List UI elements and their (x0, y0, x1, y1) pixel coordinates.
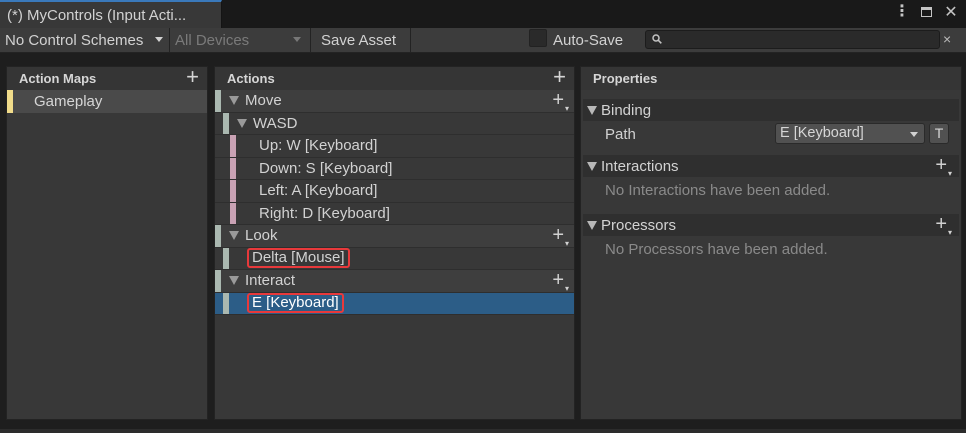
add-binding-button[interactable]: + ▾ (552, 225, 569, 248)
control-schemes-dropdown[interactable]: No Control Schemes (0, 28, 170, 52)
toolbar: No Control Schemes All Devices Save Asse… (0, 28, 966, 53)
search-input[interactable] (668, 31, 933, 48)
expand-triangle-icon[interactable] (587, 161, 597, 171)
binding-section-header[interactable]: Binding (583, 99, 959, 121)
add-action-map-button[interactable]: + (186, 66, 199, 88)
action-label: Move (245, 92, 282, 110)
actions-panel: Actions + Move +▾ WASD Up: W [Keyboard] (214, 66, 575, 420)
properties-title: Properties (593, 71, 658, 86)
interactions-empty-note: No Interactions have been added. (605, 181, 831, 199)
binding-label-highlighted: E [Keyboard] (247, 293, 344, 314)
binding-row-e-keyboard[interactable]: E [Keyboard] (215, 292, 574, 315)
binding-label: Left: A [Keyboard] (259, 182, 378, 200)
close-icon[interactable]: ✕ (944, 4, 958, 21)
action-map-item-gameplay[interactable]: Gameplay (7, 90, 207, 113)
search-clear-icon[interactable]: × (943, 31, 951, 47)
auto-save-label: Auto-Save (553, 32, 624, 49)
maximize-icon[interactable] (921, 7, 932, 17)
action-row-interact[interactable]: Interact + ▾ (215, 270, 574, 293)
action-row-look[interactable]: Look + ▾ (215, 225, 574, 248)
actions-title: Actions (227, 71, 275, 86)
chevron-down-icon (155, 37, 163, 42)
action-maps-title: Action Maps (19, 71, 97, 86)
part-strip (230, 202, 236, 224)
action-maps-header: Action Maps + (7, 66, 207, 90)
part-strip (230, 180, 236, 202)
auto-save-checkbox[interactable] (529, 29, 547, 47)
binding-strip (223, 292, 229, 314)
expand-triangle-icon[interactable] (229, 276, 239, 286)
action-maps-panel: Action Maps + Gameplay (6, 66, 208, 420)
window-controls: ⋮ ✕ (894, 4, 958, 22)
binding-row-down[interactable]: Down: S [Keyboard] (215, 157, 574, 180)
add-processor-button[interactable]: + ▾ (935, 214, 952, 237)
chevron-down-icon (293, 37, 301, 42)
path-row: Path E [Keyboard] T (581, 121, 961, 147)
part-strip (230, 157, 236, 179)
processors-section-label: Processors (601, 216, 677, 234)
chevron-down-icon (910, 132, 918, 137)
add-binding-button[interactable]: + ▾ (552, 270, 569, 293)
binding-label: Down: S [Keyboard] (259, 159, 393, 177)
composite-strip (223, 112, 229, 134)
action-label: Look (245, 227, 278, 245)
action-row-move[interactable]: Move + ▾ (215, 90, 574, 113)
expand-triangle-icon[interactable] (229, 96, 239, 106)
binding-section-label: Binding (601, 101, 652, 119)
search-icon (652, 34, 662, 44)
properties-panel: Properties Binding Path E [Keyboard] T I… (580, 66, 962, 420)
save-asset-button[interactable]: Save Asset (316, 28, 411, 52)
control-schemes-label: No Control Schemes (5, 31, 144, 49)
processors-empty-note: No Processors have been added. (605, 240, 828, 258)
binding-row-left[interactable]: Left: A [Keyboard] (215, 180, 574, 203)
binding-row-delta-mouse[interactable]: Delta [Mouse] (215, 247, 574, 270)
actions-tree: Move + ▾ WASD Up: W [Keyboard] Down: S [K… (215, 90, 574, 419)
expand-triangle-icon[interactable] (587, 220, 597, 230)
binding-label-highlighted: Delta [Mouse] (247, 248, 350, 269)
action-map-label: Gameplay (34, 93, 103, 110)
save-asset-label: Save Asset (321, 31, 397, 49)
expand-triangle-icon[interactable] (237, 118, 247, 128)
devices-dropdown[interactable]: All Devices (170, 28, 311, 52)
path-dropdown[interactable]: E [Keyboard] (775, 123, 925, 144)
text-mode-button[interactable]: T (929, 123, 949, 144)
window-tab[interactable]: (*) MyControls (Input Acti... (0, 0, 222, 28)
interactions-section-label: Interactions (601, 157, 679, 175)
binding-label: Right: D [Keyboard] (259, 204, 390, 222)
expand-triangle-icon[interactable] (587, 105, 597, 115)
add-binding-button[interactable]: + ▾ (552, 90, 569, 113)
path-value: E [Keyboard] (780, 125, 864, 141)
path-label: Path (605, 125, 636, 143)
properties-body: Binding Path E [Keyboard] T Interactions… (581, 90, 961, 419)
processors-section-header[interactable]: Processors + ▾ (583, 214, 959, 237)
action-map-color-strip (7, 90, 13, 113)
kebab-menu-icon[interactable]: ⋮ (894, 4, 910, 20)
action-strip (215, 270, 221, 292)
binding-strip (223, 247, 229, 269)
search-field[interactable] (645, 30, 940, 49)
expand-triangle-icon[interactable] (229, 231, 239, 241)
action-maps-list: Gameplay (7, 90, 207, 419)
window-tab-bar: (*) MyControls (Input Acti... ⋮ ✕ (0, 0, 966, 28)
composite-label: WASD (253, 114, 298, 132)
action-label: Interact (245, 272, 296, 290)
action-strip (215, 225, 221, 247)
composite-row-wasd[interactable]: WASD (215, 112, 574, 135)
devices-label: All Devices (175, 31, 250, 49)
interactions-section-header[interactable]: Interactions + ▾ (583, 155, 959, 178)
add-action-button[interactable]: + (553, 66, 566, 88)
binding-row-up[interactable]: Up: W [Keyboard] (215, 135, 574, 158)
binding-row-right[interactable]: Right: D [Keyboard] (215, 202, 574, 225)
window-bottom-edge (0, 429, 966, 433)
part-strip (230, 135, 236, 157)
binding-label: Up: W [Keyboard] (259, 137, 378, 155)
actions-header: Actions + (215, 66, 574, 90)
action-strip (215, 90, 221, 112)
add-interaction-button[interactable]: + ▾ (935, 155, 952, 178)
properties-header: Properties (581, 67, 961, 90)
